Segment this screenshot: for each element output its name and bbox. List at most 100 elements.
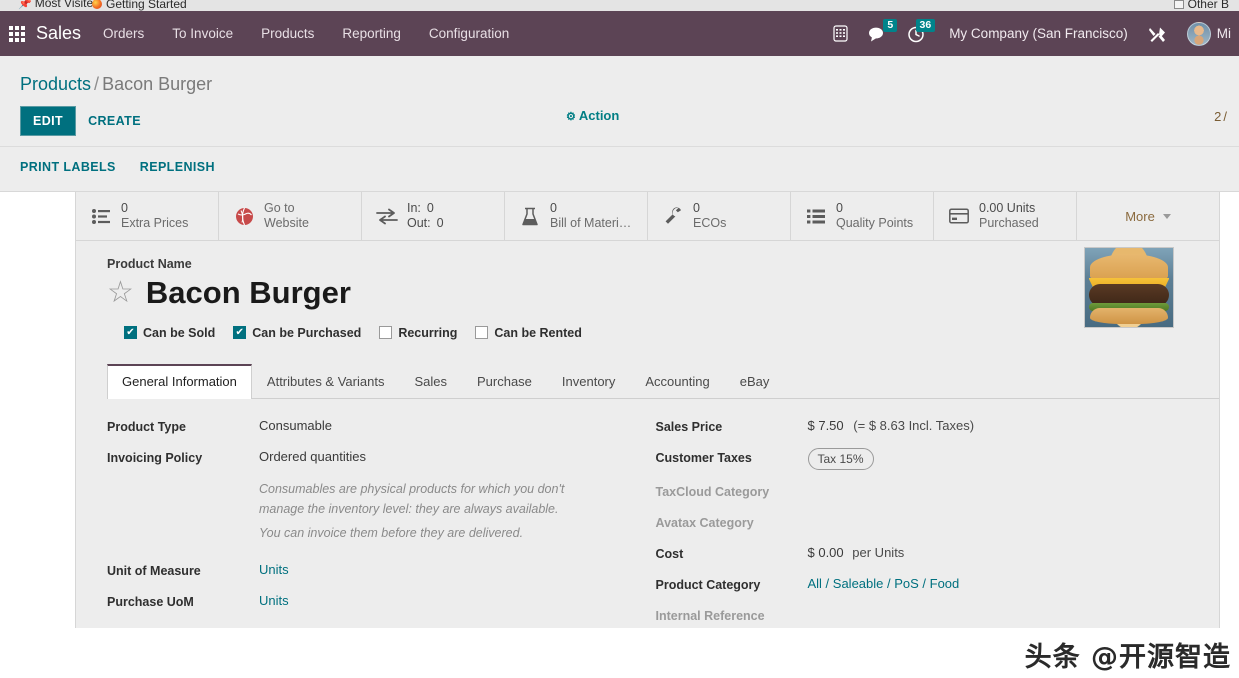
field-value[interactable]: $ 7.50 (= $ 8.63 Incl. Taxes): [808, 417, 975, 435]
tab-general-information[interactable]: General Information: [107, 363, 252, 399]
smart-button-text: 0 Extra Prices: [121, 201, 188, 231]
print-labels-button[interactable]: PRINT LABELS: [20, 153, 128, 181]
bookmark-other[interactable]: Other B: [1173, 0, 1229, 11]
product-title-line: ☆ Bacon Burger: [107, 275, 1219, 311]
purchased-card-icon: [948, 208, 970, 224]
field-label: Purchase UoM: [107, 594, 194, 609]
inout-arrows-icon: [376, 208, 398, 225]
smart-button-value: 0: [550, 201, 557, 215]
company-selector[interactable]: My Company (San Francisco): [935, 26, 1138, 41]
checkbox-box[interactable]: [233, 326, 247, 340]
field-label: Unit of Measure: [107, 563, 201, 578]
apps-grid-icon[interactable]: [0, 11, 34, 56]
checkbox-box[interactable]: [475, 326, 489, 340]
breadcrumb: Products / Bacon Burger: [0, 56, 1239, 102]
field-label-spacer: [107, 523, 259, 524]
checkbox-label: Can be Sold: [143, 325, 216, 340]
tab-sales[interactable]: Sales: [399, 364, 462, 399]
activities-icon[interactable]: 36: [897, 11, 936, 56]
field-value[interactable]: Consumable: [259, 417, 332, 435]
page-title: Bacon Burger: [145, 275, 351, 310]
top-navbar: Sales Orders To Invoice Products Reporti…: [0, 11, 1239, 56]
messages-icon[interactable]: 5: [858, 11, 898, 56]
smart-button-text: 0 Bill of Materi…: [550, 201, 631, 231]
smart-button-extra-prices[interactable]: 0 Extra Prices: [76, 192, 219, 240]
field-invoicing-policy: Invoicing Policy Ordered quantities: [107, 448, 648, 467]
control-panel-buttons: EDIT CREATE ⚙ Action 2/: [0, 102, 1239, 146]
checkbox-recurring[interactable]: Recurring: [379, 326, 457, 340]
smart-button-more[interactable]: More: [1077, 192, 1219, 240]
user-menu[interactable]: Mi: [1177, 11, 1233, 56]
field-avatax-category: Avatax Category: [656, 513, 1220, 532]
smart-button-quality-points[interactable]: 0 Quality Points: [791, 192, 934, 240]
general-information-panel: Product Type Consumable Invoicing Policy…: [76, 399, 1219, 642]
dialpad-icon[interactable]: [823, 11, 858, 56]
tab-purchase[interactable]: Purchase: [462, 364, 547, 399]
app-brand-sales[interactable]: Sales: [34, 23, 89, 44]
product-image[interactable]: [1084, 247, 1174, 328]
smart-button-purchased[interactable]: 0.00 Units Purchased: [934, 192, 1077, 240]
star-icon[interactable]: ☆: [107, 277, 134, 308]
image-layer: [1090, 308, 1168, 324]
smart-button-value: Go to: [264, 201, 295, 215]
menu-products[interactable]: Products: [247, 11, 328, 56]
replenish-button[interactable]: REPLENISH: [128, 153, 227, 181]
tab-ebay[interactable]: eBay: [725, 364, 785, 399]
breadcrumb-products[interactable]: Products: [20, 74, 91, 94]
image-layer: [1090, 254, 1168, 282]
bookmark-most-visited[interactable]: 📌 Most Visited: [18, 0, 100, 11]
product-name-label: Product Name: [107, 257, 192, 271]
checkbox-can-be-sold[interactable]: Can be Sold: [124, 326, 215, 340]
messages-badge: 5: [883, 19, 898, 32]
tax-tag[interactable]: Tax 15%: [807, 447, 874, 470]
bookmark-label: Getting Started: [106, 0, 187, 11]
smart-button-bill-of-materials[interactable]: 0 Bill of Materi…: [505, 192, 648, 240]
activities-badge: 36: [915, 19, 936, 32]
product-title-area: Product Name ☆ Bacon Burger Can be Sold …: [76, 241, 1219, 340]
checkbox-can-be-purchased[interactable]: Can be Purchased: [233, 326, 361, 340]
control-panel: Products / Bacon Burger EDIT CREATE ⚙ Actio…: [0, 56, 1239, 192]
menu-configuration[interactable]: Configuration: [415, 11, 523, 56]
field-value[interactable]: $ 0.00 per Units: [808, 544, 905, 562]
smart-out-key: Out:: [407, 216, 431, 230]
menu-orders[interactable]: Orders: [89, 11, 158, 56]
smart-button-label: Quality Points: [836, 216, 914, 230]
smart-button-value: 0: [836, 201, 843, 215]
control-panel-secondary-buttons: PRINT LABELS REPLENISH: [0, 146, 1239, 191]
action-menu[interactable]: ⚙ Action: [566, 108, 619, 123]
field-label: Cost: [655, 546, 684, 561]
tab-inventory[interactable]: Inventory: [547, 364, 630, 399]
form-column-left: Product Type Consumable Invoicing Policy…: [76, 417, 648, 642]
website-globe-icon: [233, 207, 255, 226]
field-value[interactable]: Tax 15%: [807, 447, 874, 470]
checkbox-box[interactable]: [379, 326, 393, 340]
smart-out-value: 0: [436, 216, 444, 230]
checkbox-box[interactable]: [124, 326, 137, 340]
tools-icon[interactable]: [1138, 11, 1177, 56]
smart-button-in-out[interactable]: In: 0 Out: 0: [362, 192, 505, 240]
help-text: Consumables are physical products for wh…: [259, 481, 565, 516]
smart-button-go-to-website[interactable]: Go to Website: [219, 192, 362, 240]
pin-icon: 📌: [18, 0, 32, 10]
smart-button-label: Bill of Materi…: [550, 216, 632, 230]
field-value[interactable]: Units: [259, 592, 289, 610]
tab-accounting[interactable]: Accounting: [630, 364, 724, 399]
bookmark-label: Other B: [1187, 0, 1229, 11]
create-button[interactable]: CREATE: [76, 107, 153, 135]
field-purchase-uom: Purchase UoM Units: [107, 592, 648, 611]
field-label: Product Type: [107, 419, 186, 434]
menu-reporting[interactable]: Reporting: [328, 11, 415, 56]
bookmark-label: Most Visited: [34, 0, 100, 10]
tab-attributes-variants[interactable]: Attributes & Variants: [252, 364, 400, 399]
field-value[interactable]: Units: [259, 561, 289, 579]
menu-to-invoice[interactable]: To Invoice: [158, 11, 247, 56]
field-label: Sales Price: [655, 419, 723, 434]
field-value[interactable]: All / Saleable / PoS / Food: [808, 575, 960, 593]
bookmark-getting-started[interactable]: Getting Started: [92, 0, 187, 11]
checkbox-can-be-rented[interactable]: Can be Rented: [475, 326, 582, 340]
smart-button-ecos[interactable]: 0 ECOs: [648, 192, 791, 240]
smart-button-value: 0: [121, 201, 128, 215]
pager[interactable]: 2/: [1214, 109, 1229, 124]
field-value[interactable]: Ordered quantities: [259, 448, 366, 466]
edit-button[interactable]: EDIT: [20, 106, 77, 136]
